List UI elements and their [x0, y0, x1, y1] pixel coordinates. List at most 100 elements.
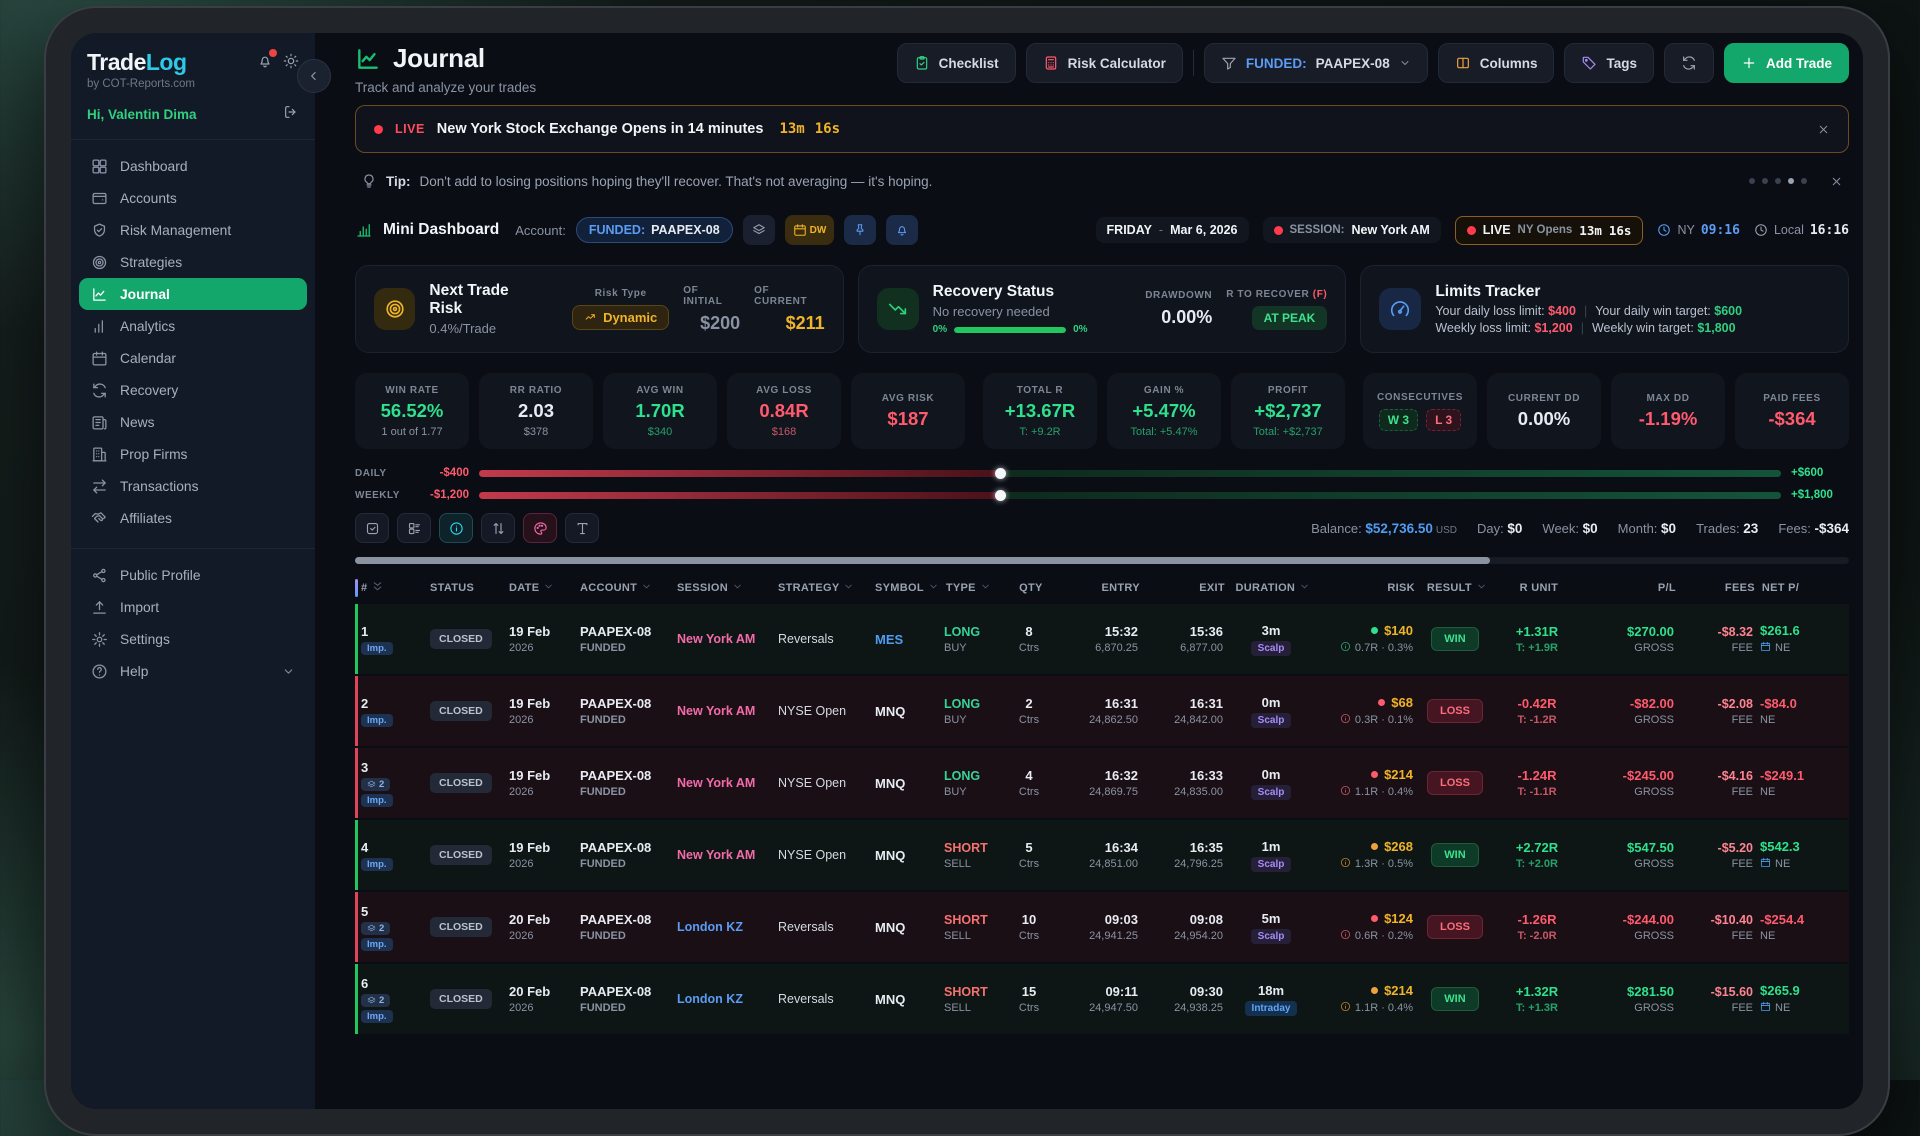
sidebar-item-affiliates[interactable]: Affiliates — [79, 502, 307, 534]
entry-time: 16:32 — [1105, 768, 1138, 783]
pin-button[interactable] — [844, 215, 876, 245]
card-subtitle: 0.4%/Trade — [429, 321, 544, 336]
gross-pl: $281.50 — [1627, 984, 1674, 999]
consecutive-losses-badge: L 3 — [1426, 409, 1461, 431]
account-filter-dropdown[interactable]: FUNDED:PAAPEX-08 — [1204, 43, 1428, 83]
sidebar-item-public-profile[interactable]: Public Profile — [79, 559, 307, 591]
column-header--[interactable]: # — [361, 580, 423, 596]
column-header-session[interactable]: SESSION — [677, 581, 771, 595]
exit-time: 16:35 — [1190, 840, 1223, 855]
risk-type-pill[interactable]: Dynamic — [572, 305, 669, 330]
account-name: PAAPEX-08 — [580, 840, 651, 855]
clock-icon — [1754, 223, 1768, 237]
cell: -$254.4NE — [1760, 912, 1850, 942]
result-badge: LOSS — [1427, 771, 1483, 795]
sidebar-item-calendar[interactable]: Calendar — [79, 342, 307, 374]
fees-value: -$364 — [1814, 521, 1849, 536]
cell: 09:0324,941.25 — [1058, 912, 1138, 942]
sidebar-item-recovery[interactable]: Recovery — [79, 374, 307, 406]
chevron-down-icon — [543, 581, 554, 595]
card-title: Limits Tracker — [1435, 283, 1742, 301]
sidebar-item-label: Public Profile — [120, 568, 201, 583]
target-icon — [91, 254, 108, 271]
alerts-bell-button[interactable] — [886, 215, 918, 245]
sidebar-item-import[interactable]: Import — [79, 591, 307, 623]
add-trade-button[interactable]: Add Trade — [1724, 43, 1849, 83]
live-banner: LIVE New York Stock Exchange Opens in 14… — [355, 105, 1849, 153]
at-peak-badge: AT PEAK — [1252, 306, 1328, 330]
info-toggle-button[interactable] — [439, 513, 473, 543]
cell: SHORTSELL — [944, 841, 1000, 870]
palette-button[interactable] — [523, 513, 557, 543]
layers-button[interactable] — [743, 215, 775, 245]
close-icon[interactable] — [1830, 175, 1843, 188]
column-header-type[interactable]: TYPE — [946, 581, 1002, 595]
stat-value: $187 — [887, 408, 928, 430]
cell: $2141.1R · 0.4% — [1319, 767, 1413, 799]
tags-button[interactable]: Tags — [1564, 43, 1654, 83]
session-name: London KZ — [677, 920, 743, 934]
logout-icon[interactable] — [283, 104, 299, 125]
sidebar-collapse-button[interactable] — [297, 59, 331, 93]
strategy-name: Reversals — [778, 632, 834, 646]
cell: +1.32RT: +1.3R — [1497, 984, 1577, 1014]
cell: 20 Feb2026 — [509, 984, 573, 1014]
tip-pagination-dots[interactable] — [1749, 178, 1807, 184]
column-header-date[interactable]: DATE — [509, 581, 573, 595]
refresh-button[interactable] — [1664, 43, 1714, 83]
text-size-button[interactable] — [565, 513, 599, 543]
table-row[interactable]: 2Imp.CLOSED19 Feb2026PAAPEX-08FUNDEDNew … — [355, 676, 1849, 746]
table-row[interactable]: 32Imp.CLOSED19 Feb2026PAAPEX-08FUNDEDNew… — [355, 748, 1849, 818]
sidebar-item-help[interactable]: Help — [79, 655, 307, 687]
sidebar-item-dashboard[interactable]: Dashboard — [79, 150, 307, 182]
column-header-result[interactable]: RESULT — [1422, 581, 1492, 595]
table-row[interactable]: 1Imp.CLOSED19 Feb2026PAAPEX-08FUNDEDNew … — [355, 604, 1849, 674]
balance-value: $52,736.50 — [1365, 521, 1433, 536]
columns-button[interactable]: Columns — [1438, 43, 1555, 83]
entry-price: 24,941.25 — [1089, 930, 1138, 942]
cell: 20 Feb2026 — [509, 912, 573, 942]
column-header-strategy[interactable]: STRATEGY — [778, 581, 868, 595]
net-pl: $261.6 — [1760, 623, 1800, 638]
close-icon[interactable] — [1817, 123, 1830, 136]
column-header-symbol[interactable]: SYMBOL — [875, 581, 939, 595]
exit-price: 24,835.00 — [1174, 786, 1223, 798]
column-header-duration[interactable]: DURATION — [1232, 581, 1314, 595]
calendar-dw-button[interactable]: DW — [785, 215, 835, 245]
table-row[interactable]: 52Imp.CLOSED20 Feb2026PAAPEX-08FUNDEDLon… — [355, 892, 1849, 962]
expand-all-icon[interactable] — [371, 580, 384, 596]
cell: 16:3424,851.00 — [1058, 840, 1138, 870]
sidebar-item-journal[interactable]: Journal — [79, 278, 307, 310]
stat-win-rate: WIN RATE56.52%1 out of 1.77 — [355, 373, 469, 449]
cell: New York AM — [677, 776, 771, 790]
stat-value: +5.47% — [1132, 400, 1195, 422]
sidebar-item-analytics[interactable]: Analytics — [79, 310, 307, 342]
sort-button[interactable] — [481, 513, 515, 543]
notifications-bell-icon[interactable] — [257, 53, 273, 74]
risk-calculator-label: Risk Calculator — [1068, 56, 1166, 71]
sidebar-item-strategies[interactable]: Strategies — [79, 246, 307, 278]
checklist-button[interactable]: Checklist — [897, 43, 1016, 83]
sidebar-item-prop-firms[interactable]: Prop Firms — [79, 438, 307, 470]
row-number: 1 — [361, 624, 368, 639]
column-header-account[interactable]: ACCOUNT — [580, 581, 670, 595]
stat-current-dd: CURRENT DD0.00% — [1487, 373, 1601, 449]
horizontal-scrollbar[interactable] — [355, 557, 1849, 564]
sidebar-item-news[interactable]: News — [79, 406, 307, 438]
sidebar-item-accounts[interactable]: Accounts — [79, 182, 307, 214]
risk-calculator-button[interactable]: Risk Calculator — [1026, 43, 1183, 83]
cell: -$82.00GROSS — [1584, 696, 1674, 726]
layout-list-button[interactable] — [397, 513, 431, 543]
table-row[interactable]: 4Imp.CLOSED19 Feb2026PAAPEX-08FUNDEDNew … — [355, 820, 1849, 890]
select-checkbox-button[interactable] — [355, 513, 389, 543]
sidebar-item-settings[interactable]: Settings — [79, 623, 307, 655]
cell: NYSE Open — [778, 848, 868, 862]
info-icon — [1340, 929, 1351, 943]
scrollbar-thumb[interactable] — [355, 557, 1490, 564]
sidebar-item-transactions[interactable]: Transactions — [79, 470, 307, 502]
account-badge[interactable]: FUNDED:PAAPEX-08 — [576, 217, 733, 243]
risk-dot — [1371, 843, 1378, 850]
cell: $270.00GROSS — [1584, 624, 1674, 654]
table-row[interactable]: 62Imp.CLOSED20 Feb2026PAAPEX-08FUNDEDLon… — [355, 964, 1849, 1034]
sidebar-item-risk-management[interactable]: Risk Management — [79, 214, 307, 246]
